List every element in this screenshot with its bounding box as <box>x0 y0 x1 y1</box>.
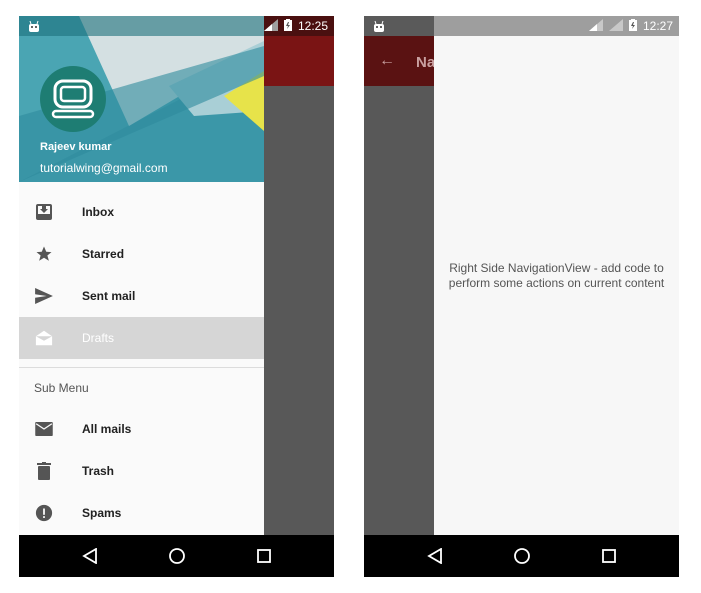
status-icons: 12:25 <box>263 16 328 36</box>
signal-icon <box>588 18 603 34</box>
back-nav-icon[interactable] <box>80 546 100 566</box>
star-icon <box>34 244 54 264</box>
left-screen: 12:25 Rajeev kumar tutorialwing@gmail.co… <box>19 16 334 577</box>
back-arrow-icon[interactable]: ← <box>379 52 395 70</box>
menu-item-trash[interactable]: Trash <box>19 450 264 492</box>
battery-icon <box>628 18 637 34</box>
menu-item-label: Spams <box>82 506 122 520</box>
status-time: 12:25 <box>297 19 328 33</box>
home-nav-icon[interactable] <box>512 546 532 566</box>
mail-icon <box>34 419 54 439</box>
recents-nav-icon[interactable] <box>254 546 274 566</box>
user-name: Rajeev kumar <box>40 141 112 153</box>
trash-icon <box>34 461 54 481</box>
wifi-off-icon <box>608 18 623 34</box>
menu-item-label: Trash <box>82 464 115 478</box>
right-screen: ← Na Right Side NavigationView - add cod… <box>364 16 679 577</box>
submenu-title: Sub Menu <box>34 381 89 395</box>
signal-icon <box>263 18 278 34</box>
status-time: 12:27 <box>642 19 673 33</box>
alert-icon <box>34 503 54 523</box>
menu-item-all-mails[interactable]: All mails <box>19 408 264 450</box>
android-icon <box>29 20 39 32</box>
android-icon <box>374 20 384 32</box>
home-nav-icon[interactable] <box>167 546 187 566</box>
system-nav-bar <box>19 535 334 577</box>
toolbar-title-partial: Na <box>416 54 436 71</box>
menu-item-inbox[interactable]: Inbox <box>19 191 264 233</box>
drawer-header: Rajeev kumar tutorialwing@gmail.com <box>19 16 264 182</box>
system-nav-bar <box>364 535 679 577</box>
navigation-drawer: Rajeev kumar tutorialwing@gmail.com Inbo… <box>19 16 264 535</box>
status-icons: 12:27 <box>588 16 673 36</box>
avatar[interactable] <box>40 66 106 132</box>
menu-item-label: Starred <box>82 247 125 261</box>
menu-item-label: Drafts <box>82 331 115 345</box>
battery-icon <box>283 18 292 34</box>
menu-item-label: Inbox <box>82 205 114 219</box>
recents-nav-icon[interactable] <box>599 546 619 566</box>
right-navigation-drawer: Right Side NavigationView - add code to … <box>434 16 679 535</box>
menu-item-label: All mails <box>82 422 132 436</box>
send-icon <box>34 286 54 306</box>
menu-item-drafts[interactable]: Drafts <box>19 317 264 359</box>
menu-item-label: Sent mail <box>82 289 136 303</box>
computer-icon <box>51 79 95 119</box>
drafts-icon <box>34 328 54 348</box>
inbox-icon <box>34 202 54 222</box>
back-nav-icon[interactable] <box>425 546 445 566</box>
user-email: tutorialwing@gmail.com <box>40 161 168 175</box>
menu-item-spams[interactable]: Spams <box>19 492 264 534</box>
drawer-message: Right Side NavigationView - add code to … <box>448 261 665 290</box>
drawer-menu: Inbox Starred Sent mail Drafts Sub Menu … <box>19 191 264 534</box>
menu-item-starred[interactable]: Starred <box>19 233 264 275</box>
menu-item-sent-mail[interactable]: Sent mail <box>19 275 264 317</box>
